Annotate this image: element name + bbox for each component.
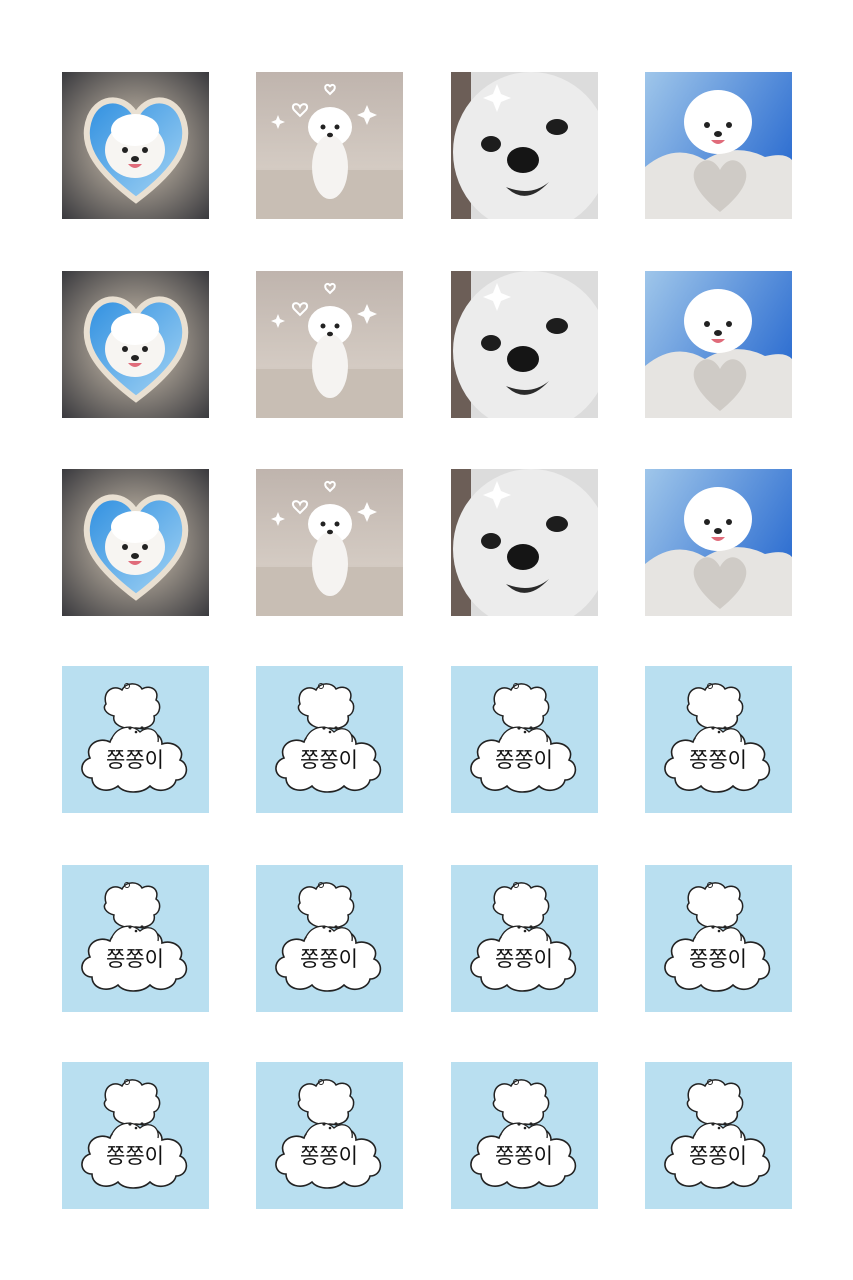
cloud-dog-sticker-icon: 쫑쫑이 bbox=[62, 865, 209, 1012]
cloud-dog-sticker-icon: 쫑쫑이 bbox=[256, 666, 403, 813]
dog-sky-heart-photo bbox=[645, 469, 792, 616]
cloud-dog-sticker: 쫑쫑이 bbox=[451, 666, 598, 813]
dog-photo-icon bbox=[645, 469, 792, 616]
dog-photo-icon bbox=[256, 469, 403, 616]
cloud-dog-sticker: 쫑쫑이 bbox=[645, 666, 792, 813]
sticker-label: 쫑쫑이 bbox=[495, 947, 553, 971]
sticker-label: 쫑쫑이 bbox=[689, 748, 747, 772]
sticker-label: 쫑쫑이 bbox=[495, 748, 553, 772]
dog-photo-icon bbox=[62, 72, 209, 219]
sticker-label: 쫑쫑이 bbox=[106, 947, 164, 971]
dog-photo-icon bbox=[645, 271, 792, 418]
cloud-dog-sticker-icon: 쫑쫑이 bbox=[645, 1062, 792, 1209]
dog-heart-hole-photo bbox=[62, 72, 209, 219]
dog-walking-photo bbox=[256, 271, 403, 418]
dog-photo-icon bbox=[451, 469, 598, 616]
cloud-dog-sticker: 쫑쫑이 bbox=[62, 865, 209, 1012]
sticker-label: 쫑쫑이 bbox=[495, 1144, 553, 1168]
dog-heart-hole-photo bbox=[62, 271, 209, 418]
dog-photo-icon bbox=[62, 271, 209, 418]
cloud-dog-sticker: 쫑쫑이 bbox=[256, 666, 403, 813]
cloud-dog-sticker: 쫑쫑이 bbox=[645, 865, 792, 1012]
dog-closeup-photo bbox=[451, 469, 598, 616]
cloud-dog-sticker: 쫑쫑이 bbox=[256, 1062, 403, 1209]
dog-photo-icon bbox=[645, 72, 792, 219]
cloud-dog-sticker-icon: 쫑쫑이 bbox=[62, 666, 209, 813]
sticker-label: 쫑쫑이 bbox=[300, 1144, 358, 1168]
cloud-dog-sticker: 쫑쫑이 bbox=[62, 1062, 209, 1209]
dog-photo-icon bbox=[62, 469, 209, 616]
dog-photo-icon bbox=[451, 72, 598, 219]
cloud-dog-sticker-icon: 쫑쫑이 bbox=[451, 1062, 598, 1209]
dog-photo-icon bbox=[451, 271, 598, 418]
sticker-label: 쫑쫑이 bbox=[689, 1144, 747, 1168]
sticker-label: 쫑쫑이 bbox=[106, 748, 164, 772]
sticker-label: 쫑쫑이 bbox=[689, 947, 747, 971]
dog-closeup-photo bbox=[451, 72, 598, 219]
dog-closeup-photo bbox=[451, 271, 598, 418]
dog-heart-hole-photo bbox=[62, 469, 209, 616]
cloud-dog-sticker-icon: 쫑쫑이 bbox=[451, 666, 598, 813]
cloud-dog-sticker-icon: 쫑쫑이 bbox=[451, 865, 598, 1012]
cloud-dog-sticker: 쫑쫑이 bbox=[62, 666, 209, 813]
dog-photo-icon bbox=[256, 72, 403, 219]
sticker-label: 쫑쫑이 bbox=[300, 748, 358, 772]
cloud-dog-sticker-icon: 쫑쫑이 bbox=[256, 1062, 403, 1209]
dog-sky-heart-photo bbox=[645, 72, 792, 219]
cloud-dog-sticker: 쫑쫑이 bbox=[256, 865, 403, 1012]
sticker-label: 쫑쫑이 bbox=[300, 947, 358, 971]
cloud-dog-sticker: 쫑쫑이 bbox=[645, 1062, 792, 1209]
cloud-dog-sticker-icon: 쫑쫑이 bbox=[62, 1062, 209, 1209]
cloud-dog-sticker-icon: 쫑쫑이 bbox=[645, 666, 792, 813]
dog-sky-heart-photo bbox=[645, 271, 792, 418]
dog-walking-photo bbox=[256, 72, 403, 219]
dog-walking-photo bbox=[256, 469, 403, 616]
dog-photo-icon bbox=[256, 271, 403, 418]
cloud-dog-sticker-icon: 쫑쫑이 bbox=[645, 865, 792, 1012]
cloud-dog-sticker: 쫑쫑이 bbox=[451, 1062, 598, 1209]
cloud-dog-sticker: 쫑쫑이 bbox=[451, 865, 598, 1012]
cloud-dog-sticker-icon: 쫑쫑이 bbox=[256, 865, 403, 1012]
sticker-label: 쫑쫑이 bbox=[106, 1144, 164, 1168]
